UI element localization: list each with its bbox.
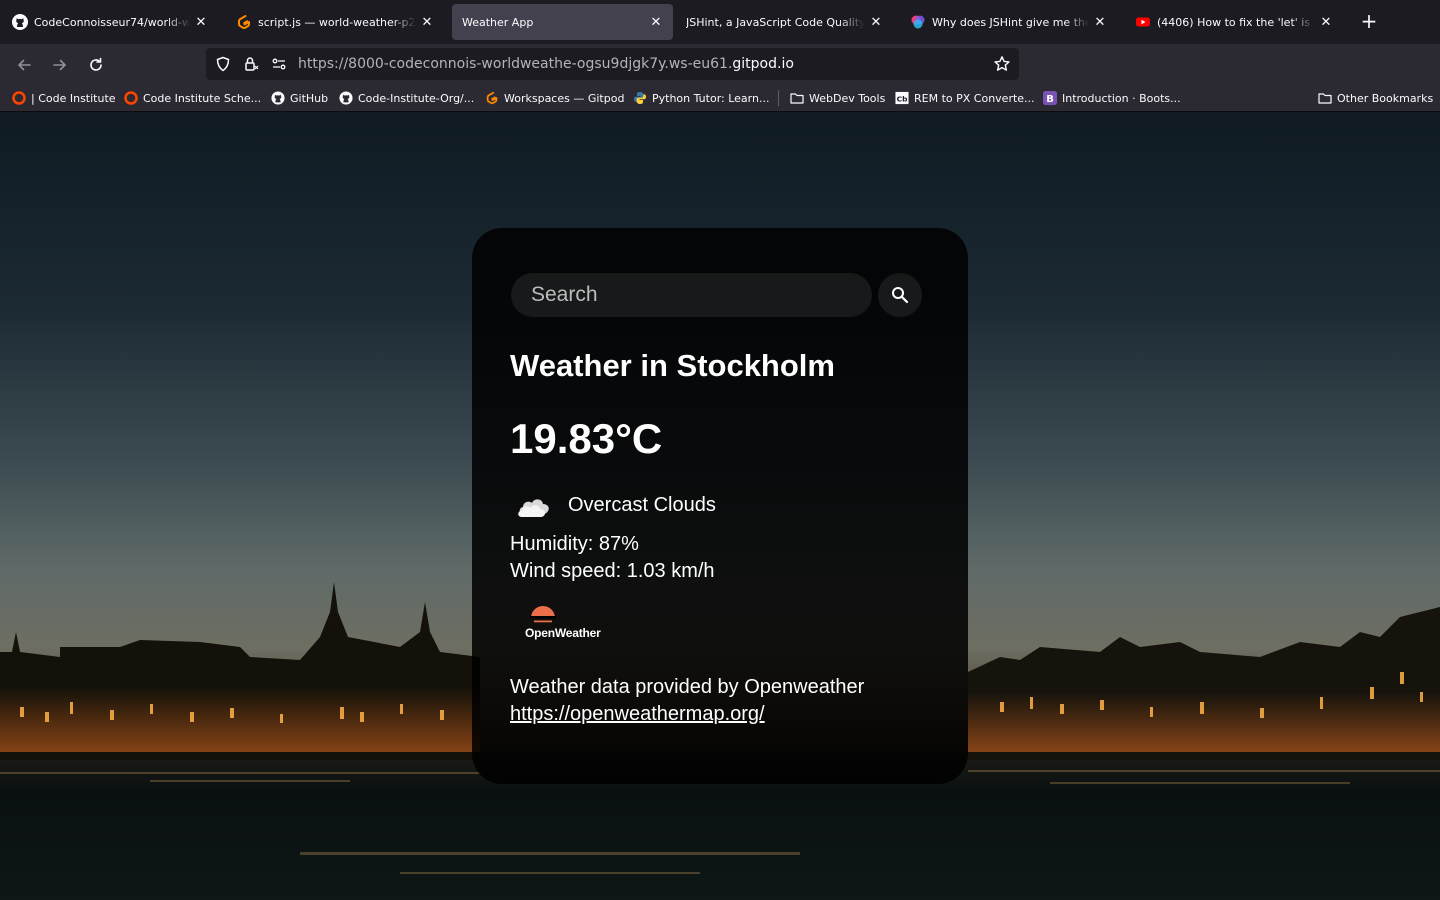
wind-speed: Wind speed: 1.03 km/h (510, 560, 715, 582)
bookmark-label: Other Bookmarks (1337, 91, 1434, 105)
address-bar[interactable]: https://8000-codeconnois-worldweathe-ogs… (206, 48, 1019, 80)
bookmark-label: Code-Institute-Org/... (358, 91, 475, 105)
bookmark-label: WebDev Tools (809, 91, 886, 105)
bookmark-code-institute[interactable]: | Code Institute (12, 89, 116, 107)
close-icon[interactable]: ✕ (420, 15, 434, 30)
tracking-protection-shield-icon[interactable] (212, 53, 234, 75)
tab-bar: CodeConnoisseur74/world-weather-p2 ✕ scr… (0, 0, 1440, 44)
gitpod-icon (485, 91, 499, 105)
bookmark-label: Python Tutor: Learn... (652, 91, 770, 105)
bookmark-code-institute-schedule[interactable]: Code Institute Sche... (124, 89, 261, 107)
bookmark-bootstrap[interactable]: B Introduction · Boots... (1043, 89, 1181, 107)
bookmark-folder-webdev-tools[interactable]: WebDev Tools (790, 89, 885, 107)
gitpod-icon (236, 14, 252, 30)
bookmark-label: REM to PX Converte... (914, 91, 1035, 105)
code-institute-icon (124, 91, 138, 105)
bookmark-rem-to-px[interactable]: Cb REM to PX Converte... (895, 89, 1035, 107)
city-title: Weather in Stockholm (510, 348, 835, 383)
bookmark-python-tutor[interactable]: Python Tutor: Learn... (633, 89, 769, 107)
github-icon (12, 14, 28, 30)
reload-button[interactable] (83, 52, 109, 78)
url-prefix: https://8000-codeconnois-worldweathe-ogs… (298, 56, 733, 72)
permissions-icon[interactable] (268, 53, 290, 75)
close-icon[interactable]: ✕ (1319, 15, 1333, 30)
close-icon[interactable]: ✕ (869, 15, 883, 30)
github-icon (271, 91, 285, 105)
bookmark-star-button[interactable] (991, 53, 1013, 75)
tab-stackoverflow[interactable]: Why does JSHint give me these warnings ✕ (900, 4, 1117, 40)
bookmark-label: | Code Institute (31, 91, 116, 105)
bookmark-label: Workspaces — Gitpod (504, 91, 625, 105)
openweather-link[interactable]: https://openweathermap.org/ (510, 703, 765, 726)
bookmark-code-institute-org[interactable]: Code-Institute-Org/... (339, 89, 474, 107)
tab-title: CodeConnoisseur74/world-weather-p2 (34, 15, 190, 29)
bookmark-label: Introduction · Boots... (1062, 91, 1181, 105)
weather-card: Weather in Stockholm 19.83°C Overcast Cl… (472, 228, 968, 784)
openweather-logo-text: OpenWeather (525, 626, 601, 640)
bookmark-label: GitHub (290, 91, 329, 105)
temperature: 19.83°C (510, 415, 663, 462)
humidity: Humidity: 87% (510, 533, 639, 555)
reload-icon (90, 57, 102, 71)
url-text[interactable]: https://8000-codeconnois-worldweathe-ogs… (298, 56, 794, 72)
close-icon[interactable]: ✕ (649, 15, 663, 30)
python-icon (633, 91, 647, 105)
bookmark-github[interactable]: GitHub (271, 89, 328, 107)
bookmark-gitpod-workspaces[interactable]: Workspaces — Gitpod (485, 89, 624, 107)
arrow-right-icon (53, 59, 66, 71)
back-button[interactable] (11, 52, 37, 78)
tab-github-repo[interactable]: CodeConnoisseur74/world-weather-p2 ✕ (2, 4, 218, 40)
weather-app-page: Weather in Stockholm 19.83°C Overcast Cl… (0, 112, 1440, 900)
url-domain: gitpod.io (732, 56, 794, 72)
tab-gitpod-script[interactable]: script.js — world-weather-p2 — Gitpod ✕ (226, 4, 444, 40)
openweather-sun-icon (530, 606, 556, 623)
tab-weather-app[interactable]: Weather App ✕ (452, 4, 673, 40)
cb-icon: Cb (895, 91, 909, 105)
close-icon[interactable]: ✕ (194, 15, 208, 30)
code-institute-icon (12, 91, 26, 105)
bootstrap-icon: B (1043, 91, 1057, 105)
new-tab-button[interactable]: + (1358, 11, 1380, 33)
bookmarks-separator (778, 90, 779, 106)
close-icon[interactable]: ✕ (1093, 15, 1107, 30)
search-button[interactable] (878, 273, 922, 317)
arrow-left-icon (18, 59, 31, 71)
github-icon (339, 91, 353, 105)
tab-jshint[interactable]: JSHint, a JavaScript Code Quality Tool ✕ (676, 4, 893, 40)
bookmark-folder-other[interactable]: Other Bookmarks (1318, 89, 1433, 107)
bookmarks-toolbar: | Code Institute Code Institute Sche... … (0, 84, 1440, 112)
svg-text:B: B (1046, 94, 1054, 105)
tab-title: Why does JSHint give me these warnings (932, 15, 1089, 29)
tab-title: (4406) How to fix the 'let' is available (1157, 15, 1315, 29)
bookmark-label: Code Institute Sche... (143, 91, 262, 105)
search-input[interactable] (511, 273, 872, 317)
overcast-clouds-icon (518, 499, 549, 517)
forward-button[interactable] (47, 52, 73, 78)
tab-youtube[interactable]: (4406) How to fix the 'let' is available… (1125, 4, 1343, 40)
stackoverflow-icon (910, 14, 926, 30)
youtube-icon (1135, 14, 1151, 30)
star-icon (994, 56, 1010, 71)
attribution-text: Weather data provided by Openweather (510, 676, 865, 698)
weather-description: Overcast Clouds (568, 494, 716, 516)
tab-title: Weather App (462, 15, 534, 29)
folder-icon (1318, 91, 1332, 105)
svg-text:Cb: Cb (897, 94, 908, 103)
tab-title: JSHint, a JavaScript Code Quality Tool (686, 15, 865, 29)
tab-title: script.js — world-weather-p2 — Gitpod (258, 15, 416, 29)
openweather-logo: OpenWeather (522, 596, 612, 646)
search-icon (892, 287, 909, 304)
lock-icon[interactable] (240, 53, 262, 75)
folder-icon (790, 91, 804, 105)
